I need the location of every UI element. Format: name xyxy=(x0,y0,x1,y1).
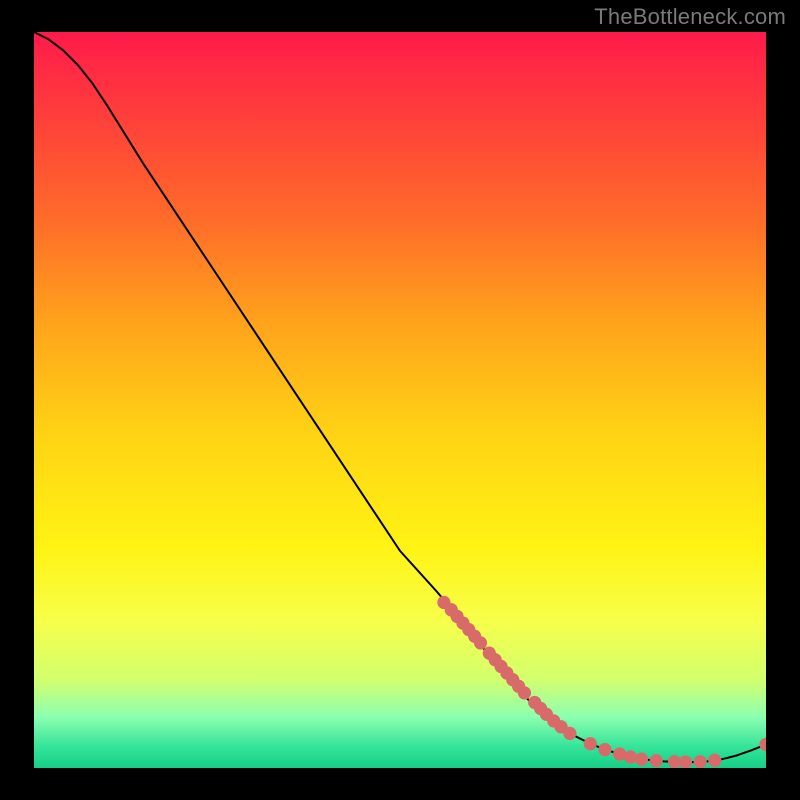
data-point xyxy=(474,636,487,649)
data-point xyxy=(624,750,637,763)
data-point xyxy=(584,737,597,750)
data-point xyxy=(518,686,531,699)
bottleneck-curve xyxy=(34,32,766,762)
data-point xyxy=(598,743,611,756)
data-point xyxy=(563,727,576,740)
chart-frame: TheBottleneck.com xyxy=(0,0,800,800)
data-point xyxy=(708,754,721,767)
data-point xyxy=(759,738,766,751)
data-point xyxy=(650,754,663,767)
data-point xyxy=(679,755,692,768)
chart-svg xyxy=(34,32,766,768)
data-points xyxy=(437,596,766,768)
watermark-text: TheBottleneck.com xyxy=(594,4,786,30)
plot-area xyxy=(34,32,766,768)
data-point xyxy=(635,753,648,766)
data-point xyxy=(694,755,707,768)
